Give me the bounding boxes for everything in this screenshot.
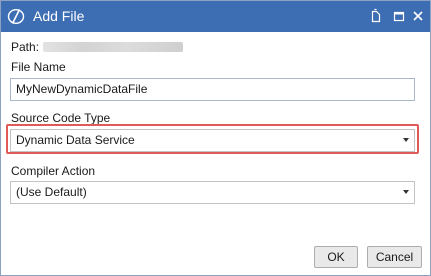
compiler-action-select[interactable]: (Use Default) bbox=[10, 181, 415, 204]
file-name-value: MyNewDynamicDataFile bbox=[16, 82, 148, 96]
cancel-button[interactable]: Cancel bbox=[367, 246, 422, 268]
file-name-label: File Name bbox=[11, 60, 66, 74]
path-label: Path: bbox=[11, 40, 40, 54]
add-file-dialog: Add File Path: File Name MyNewDynamicDat… bbox=[0, 0, 431, 276]
chevron-down-icon[interactable] bbox=[403, 190, 409, 194]
path-value-redacted bbox=[43, 42, 183, 52]
file-name-input[interactable]: MyNewDynamicDataFile bbox=[10, 78, 415, 101]
source-code-type-label: Source Code Type bbox=[11, 111, 111, 125]
app-logo-icon bbox=[7, 8, 25, 25]
compiler-action-label: Compiler Action bbox=[11, 164, 96, 178]
title-bar[interactable]: Add File bbox=[1, 1, 430, 32]
compiler-action-value: (Use Default) bbox=[16, 185, 87, 199]
source-code-type-select[interactable]: Dynamic Data Service bbox=[10, 129, 415, 152]
ok-button[interactable]: OK bbox=[314, 246, 358, 268]
chevron-down-icon[interactable] bbox=[403, 138, 409, 142]
close-icon[interactable] bbox=[410, 8, 426, 24]
document-icon[interactable] bbox=[368, 8, 384, 24]
window-title: Add File bbox=[33, 8, 85, 24]
source-code-type-value: Dynamic Data Service bbox=[16, 133, 135, 147]
maximize-icon[interactable] bbox=[391, 8, 407, 24]
